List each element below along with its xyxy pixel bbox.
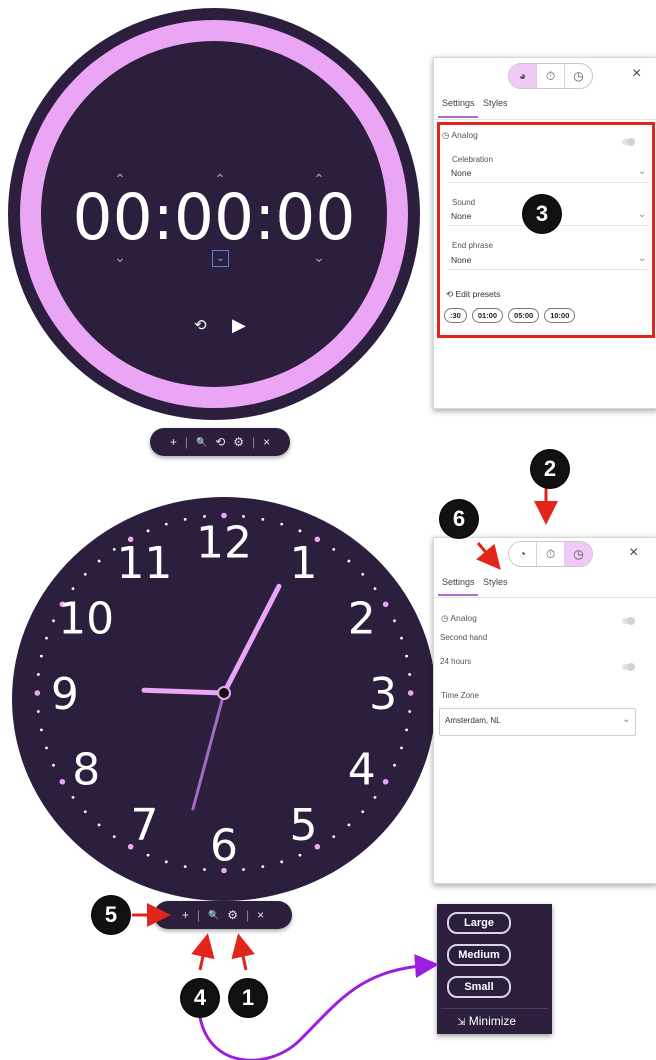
arrow-4: [191, 933, 215, 971]
arrow-6: [476, 542, 501, 570]
arrow-1: [231, 933, 255, 971]
annotation-badge-6: 6: [440, 500, 478, 538]
annotation-badge-3: 3: [523, 195, 561, 233]
arrow-purple: [198, 954, 439, 1060]
annotation-badge-5: 5: [92, 896, 130, 934]
annotation-badge-2: 2: [531, 450, 569, 488]
annotation-badge-1: 1: [229, 979, 267, 1017]
annotation-badge-4: 4: [181, 979, 219, 1017]
